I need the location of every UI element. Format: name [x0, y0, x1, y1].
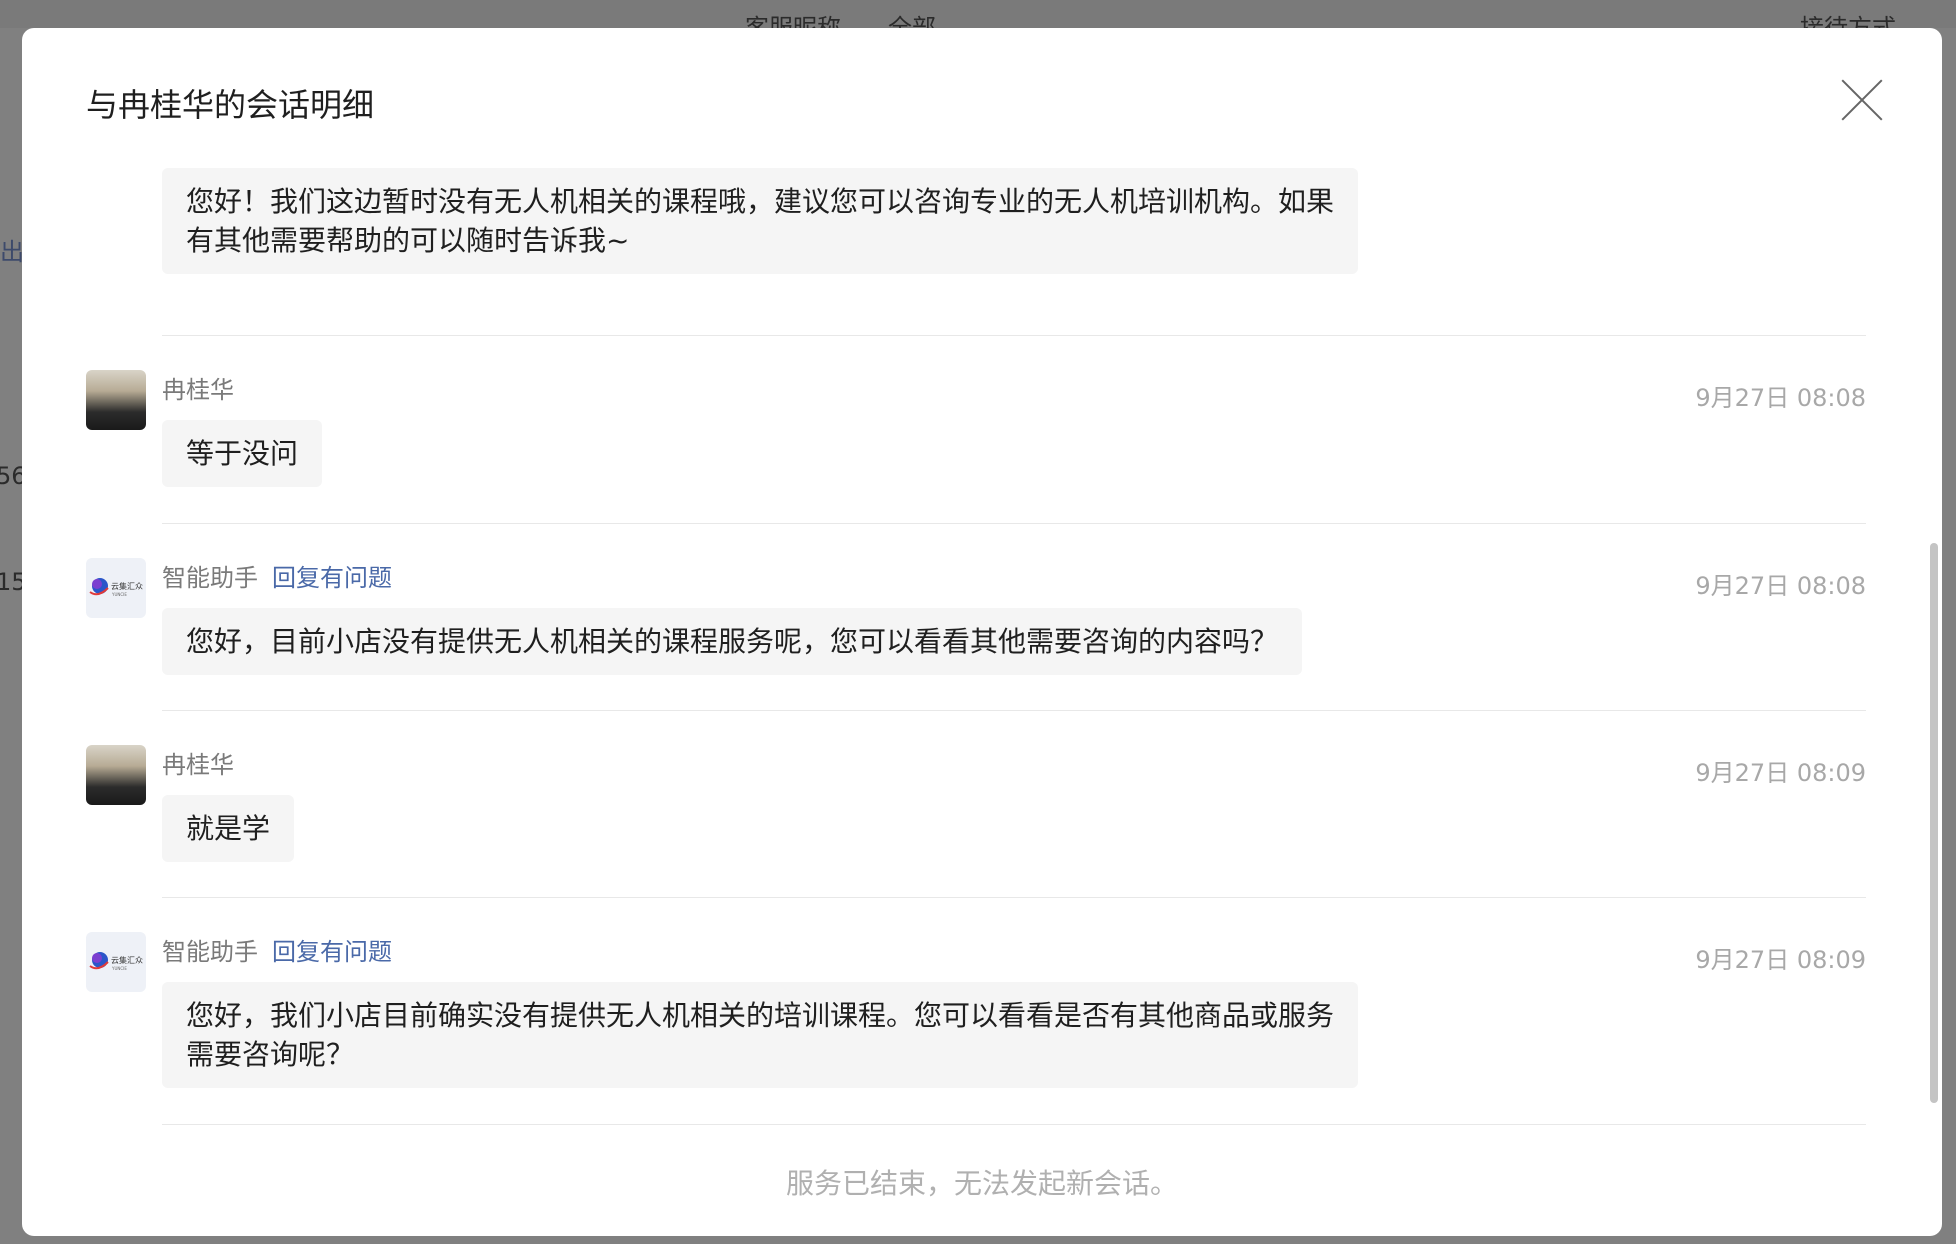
report-reply-link[interactable]: 回复有问题 [272, 932, 392, 967]
svg-text:YUNCIE: YUNCIE [111, 592, 127, 597]
service-ended-note: 服务已结束，无法发起新会话。 [785, 1167, 1178, 1200]
message-bubble: 就是学 [162, 795, 295, 862]
message-bubble: 您好，我们小店目前确实没有提供无人机相关的培训课程。您可以看看是否有其他商品或服… [162, 982, 1358, 1088]
message-time: 9月27日 08:09 [1695, 946, 1866, 974]
svg-text:YUNCIE: YUNCIE [111, 966, 127, 971]
avatar [86, 745, 146, 805]
avatar [86, 370, 146, 430]
report-reply-link[interactable]: 回复有问题 [272, 558, 392, 593]
message-divider [162, 523, 1866, 524]
message-list[interactable]: 您好！我们这边暂时没有无人机相关的课程哦，建议您可以咨询专业的无人机培训机构。如… [22, 168, 1942, 1128]
message-divider [162, 335, 1866, 336]
message-divider [162, 710, 1866, 711]
avatar: 云集汇众 YUNCIE [86, 932, 146, 992]
message-time: 9月27日 08:08 [1695, 384, 1866, 412]
svg-text:云集汇众: 云集汇众 [111, 581, 143, 591]
modal-title: 与冉桂华的会话明细 [86, 86, 375, 124]
message-bubble: 等于没问 [162, 420, 323, 487]
message-bubble: 您好，目前小店没有提供无人机相关的课程服务呢，您可以看看其他需要咨询的内容吗？ [162, 608, 1303, 675]
bg-export-link: 导出 [0, 238, 24, 266]
message-divider [162, 1124, 1866, 1125]
conversation-detail-modal: 与冉桂华的会话明细 您好！我们这边暂时没有无人机相关的课程哦，建议您可以咨询专业… [22, 28, 1942, 1236]
sender-name: 智能助手 [162, 564, 258, 592]
sender-name: 冉桂华 [162, 376, 234, 404]
sender-name: 冉桂华 [162, 751, 234, 779]
message-time: 9月27日 08:08 [1695, 572, 1866, 600]
close-icon[interactable] [1840, 78, 1884, 122]
sender-name: 智能助手 [162, 938, 258, 966]
message-divider [162, 897, 1866, 898]
svg-text:云集汇众: 云集汇众 [111, 955, 143, 965]
background-toolbar [0, 0, 1956, 28]
scrollbar[interactable] [1930, 543, 1938, 1103]
bot-logo-icon: 云集汇众 YUNCIE [89, 578, 143, 597]
message-time: 9月27日 08:09 [1695, 759, 1866, 787]
bot-logo-icon: 云集汇众 YUNCIE [89, 952, 143, 971]
message-bubble: 您好！我们这边暂时没有无人机相关的课程哦，建议您可以咨询专业的无人机培训机构。如… [162, 168, 1358, 274]
avatar: 云集汇众 YUNCIE [86, 558, 146, 618]
